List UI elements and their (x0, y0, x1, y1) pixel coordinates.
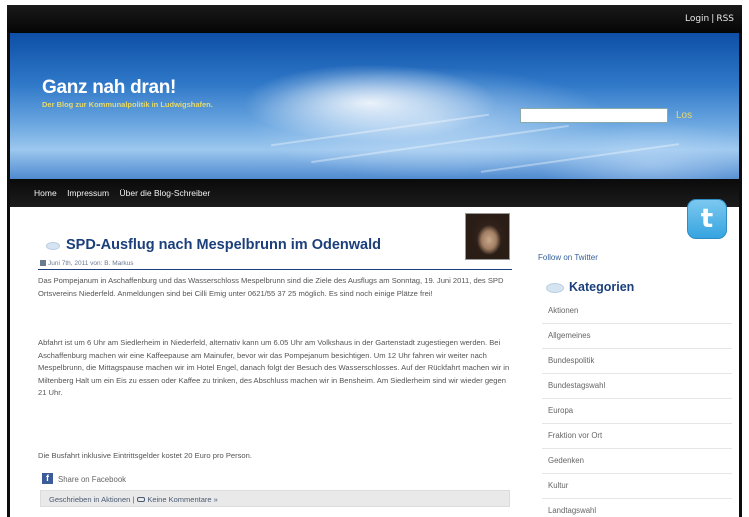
nav-item-impressum[interactable]: Impressum (67, 188, 109, 198)
post-paragraph: Die Busfahrt inklusive Eintrittsgelder k… (38, 451, 252, 460)
header-streak (480, 143, 680, 173)
nav-item-home[interactable]: Home (34, 188, 57, 198)
category-list: Aktionen Allgemeines Bundespolitik Bunde… (542, 299, 732, 517)
login-link[interactable]: Login (685, 14, 709, 24)
categories-heading: Kategorien (569, 280, 635, 294)
search-button[interactable]: Los (676, 110, 692, 121)
post-divider (38, 269, 512, 270)
category-item[interactable]: Europa (542, 399, 732, 424)
post-footer: Geschrieben in Aktionen | Keine Kommentar… (40, 490, 510, 507)
category-item[interactable]: Bundespolitik (542, 349, 732, 374)
header-streak (311, 124, 569, 164)
category-item[interactable]: Bundestagswahl (542, 374, 732, 399)
rss-link[interactable]: RSS (716, 14, 734, 24)
author-avatar (465, 213, 510, 260)
site-tagline: Der Blog zur Kommunalpolitik in Ludwigsh… (42, 100, 213, 109)
comment-icon (137, 497, 146, 502)
twitter-icon[interactable]: t (687, 199, 727, 239)
post-meta-text: Juni 7th, 2011 von: B. Markus (48, 260, 134, 267)
main-nav: Home Impressum Über die Blog-Schreiber (10, 179, 739, 207)
category-item[interactable]: Allgemeines (542, 324, 732, 349)
top-links-separator: | (711, 14, 715, 24)
category-item[interactable]: Aktionen (542, 299, 732, 324)
facebook-icon[interactable]: f (42, 473, 53, 484)
search-input[interactable] (520, 108, 668, 123)
follow-twitter-link[interactable]: Follow on Twitter (538, 253, 598, 262)
page-frame: Login | RSS Ganz nah dran! Der Blog zur Ko… (7, 5, 742, 517)
top-links: Login | RSS (685, 14, 734, 24)
post-paragraph: Abfahrt ist um 6 Uhr am Siedlerheim in N… (38, 338, 510, 398)
category-item[interactable]: Landtagswahl (542, 499, 732, 517)
top-bar: Login | RSS (7, 5, 742, 33)
category-item[interactable]: Fraktion vor Ort (542, 424, 732, 449)
post-meta: Juni 7th, 2011 von: B. Markus (40, 260, 134, 267)
sidebar: t Follow on Twitter Kategorien Aktionen … (532, 199, 739, 517)
speech-bubble-icon (546, 283, 564, 293)
post-paragraph: Das Pompejanum in Aschaffenburg und das … (38, 276, 504, 298)
calendar-icon (40, 260, 46, 266)
content-area: SPD-Ausflug nach Mespelbrunn im Odenwald… (10, 199, 739, 517)
post-category-link[interactable]: Geschrieben in Aktionen | (49, 495, 134, 504)
speech-bubble-icon (46, 242, 60, 250)
site-title[interactable]: Ganz nah dran! (42, 77, 176, 99)
site-header: Ganz nah dran! Der Blog zur Kommunalpoli… (10, 33, 739, 179)
category-item[interactable]: Gedenken (542, 449, 732, 474)
post-comments-link[interactable]: Keine Kommentare » (147, 495, 217, 504)
nav-item-about[interactable]: Über die Blog-Schreiber (119, 188, 210, 198)
share-facebook-link[interactable]: Share on Facebook (58, 475, 126, 484)
main-column: SPD-Ausflug nach Mespelbrunn im Odenwald… (32, 207, 516, 517)
post-title[interactable]: SPD-Ausflug nach Mespelbrunn im Odenwald (66, 237, 381, 253)
category-item[interactable]: Kultur (542, 474, 732, 499)
